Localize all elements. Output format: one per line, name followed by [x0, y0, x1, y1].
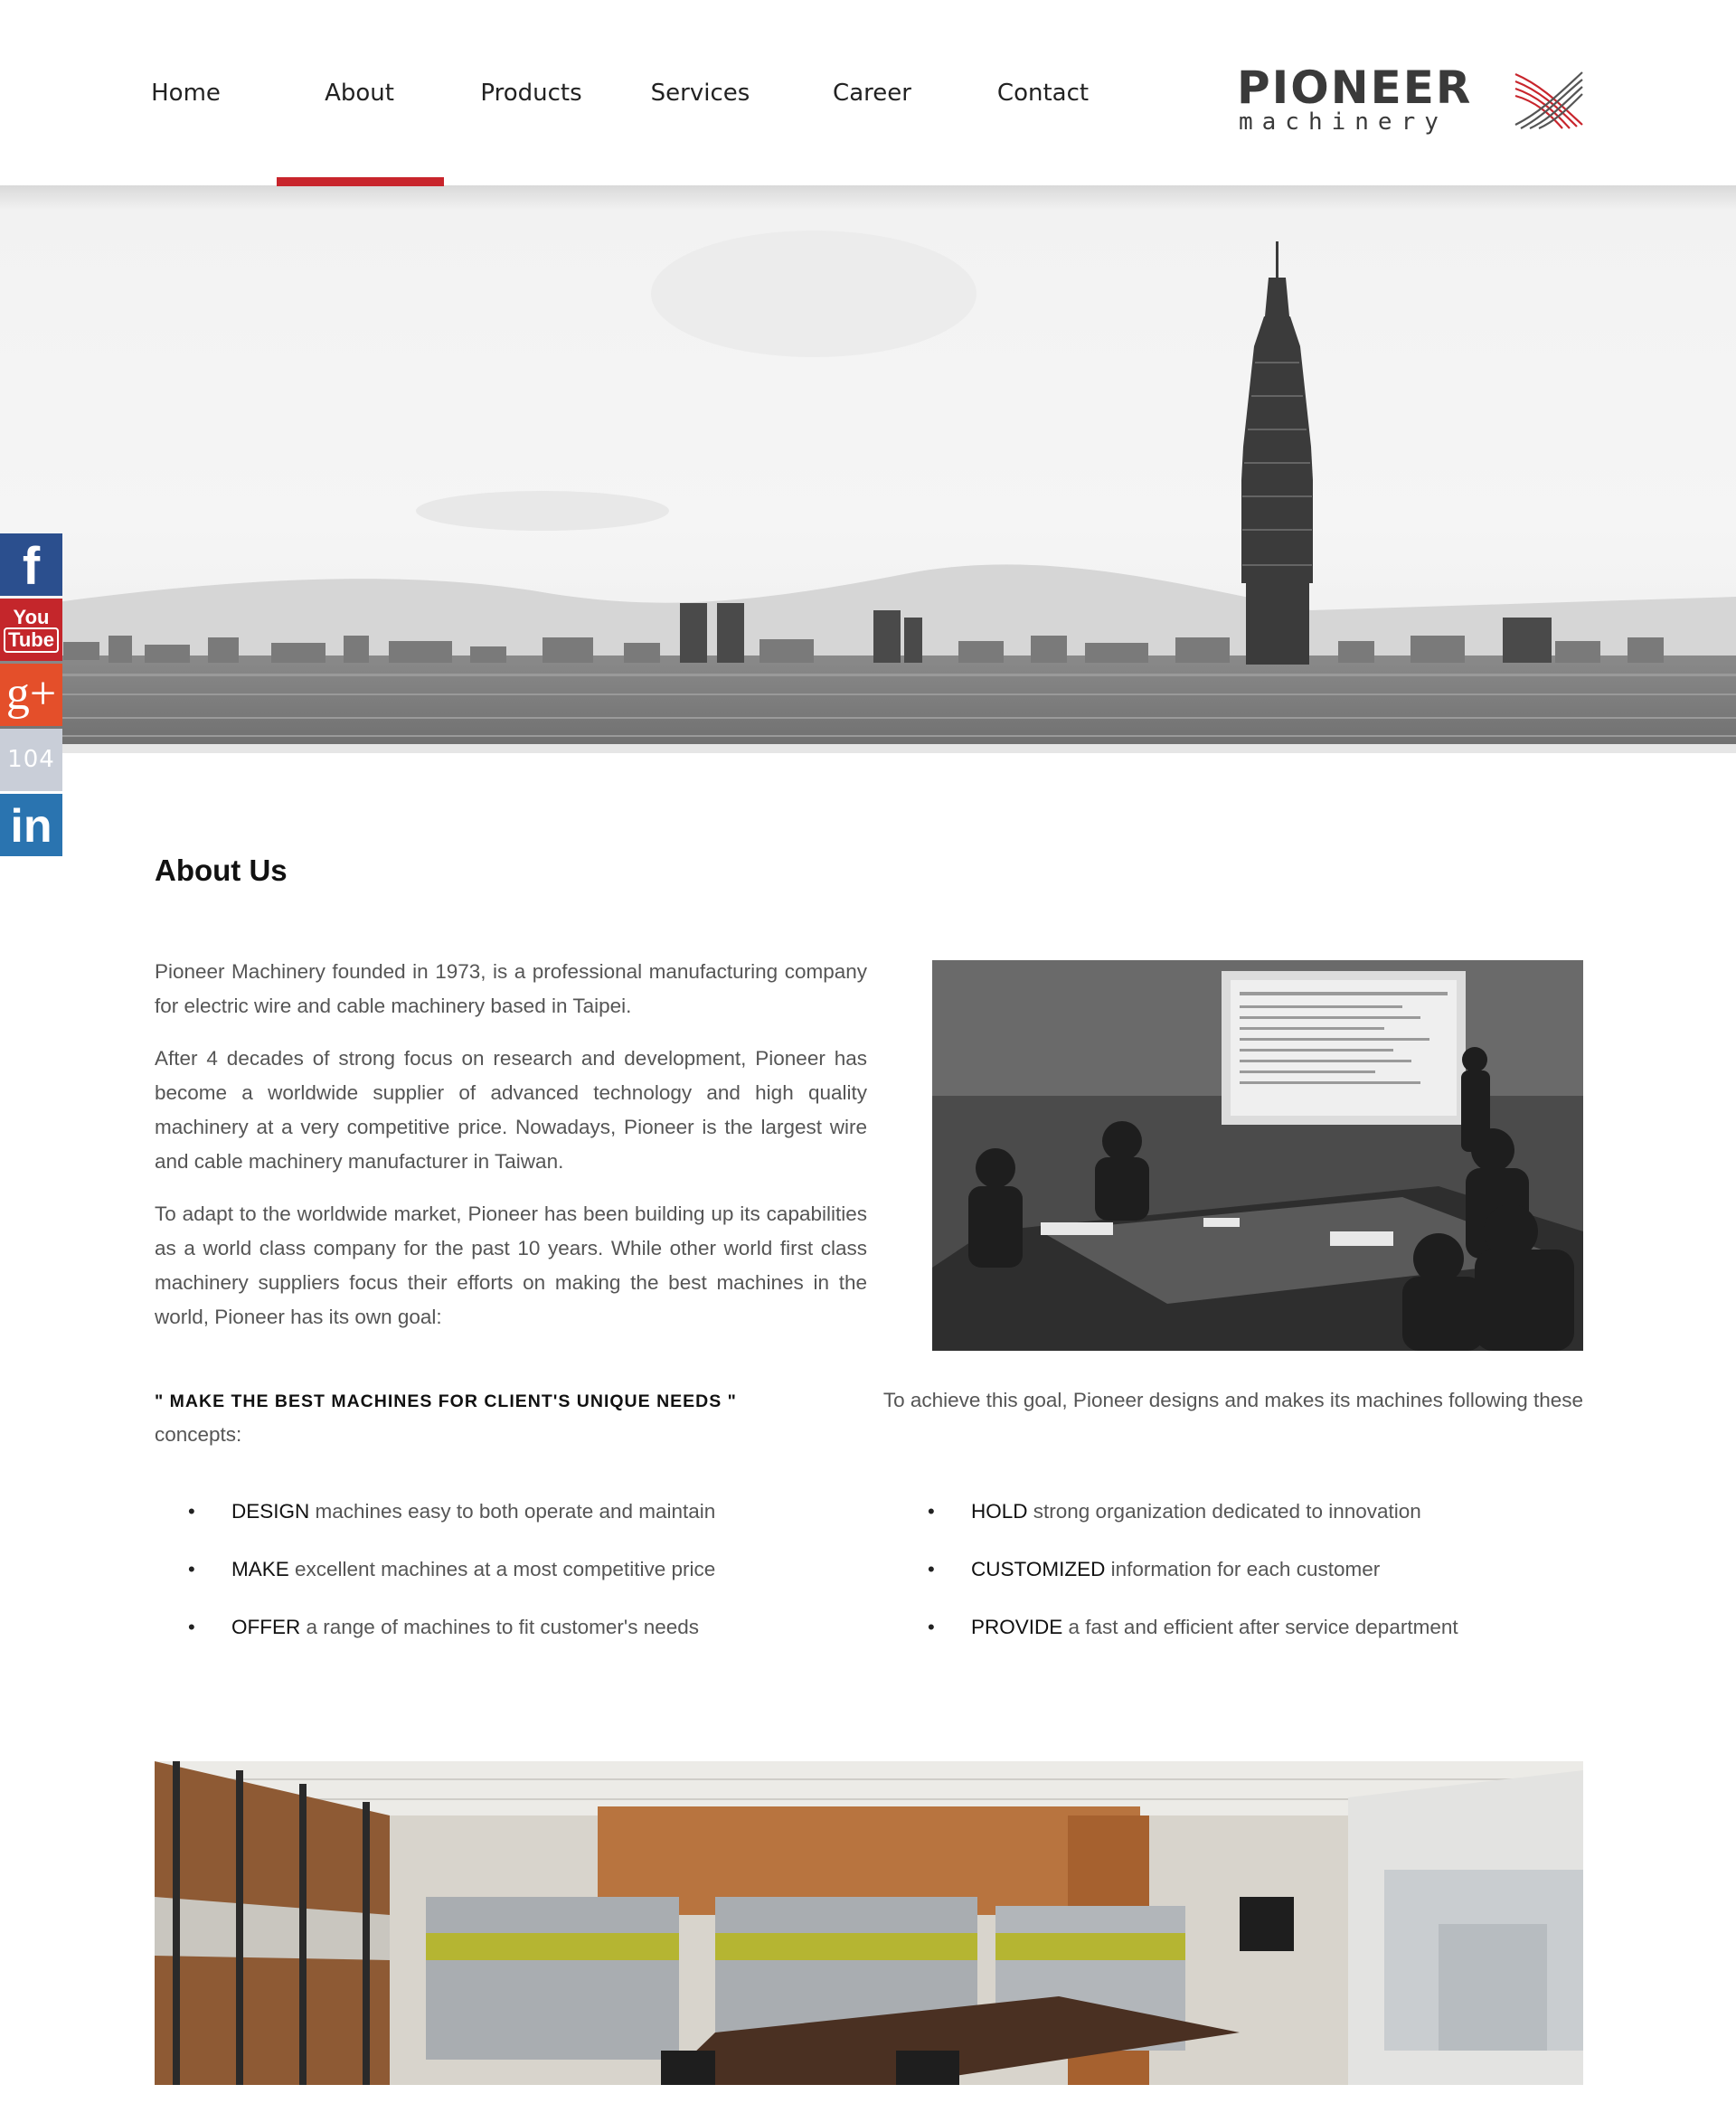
- concept-keyword: CUSTOMIZED: [971, 1558, 1106, 1580]
- bullet-icon: •: [188, 1500, 195, 1523]
- concept-description: strong organization dedicated to innovat…: [1027, 1500, 1421, 1523]
- facebook-glyph: f: [22, 537, 41, 596]
- list-item: • DESIGN machines easy to both operate a…: [188, 1490, 839, 1548]
- concept-text: CUSTOMIZED information for each customer: [971, 1548, 1380, 1591]
- googleplus-icon[interactable]: g+: [0, 664, 62, 726]
- concept-description: a range of machines to fit customer's ne…: [300, 1616, 700, 1638]
- concepts-list-left: • DESIGN machines easy to both operate a…: [188, 1490, 839, 1664]
- intro-paragraph-3: To adapt to the worldwide market, Pionee…: [155, 1202, 867, 1328]
- concept-description: excellent machines at a most competitive…: [288, 1558, 716, 1580]
- goal-statement: " MAKE THE BEST MACHINES FOR CLIENT'S UN…: [155, 1383, 1583, 1446]
- bullet-icon: •: [928, 1616, 935, 1638]
- nav-products[interactable]: Products: [448, 80, 615, 107]
- facebook-icon[interactable]: f: [0, 533, 62, 596]
- social-sidebar: f You Tube g+ 104 in: [0, 533, 62, 859]
- skyline-illustration: [0, 231, 1736, 753]
- list-item: • HOLD strong organization dedicated to …: [928, 1490, 1579, 1548]
- concept-text: HOLD strong organization dedicated to in…: [971, 1490, 1421, 1533]
- bullet-icon: •: [188, 1616, 195, 1638]
- pioneer-logo[interactable]: PIONEER machinery: [1237, 65, 1584, 137]
- nav-career[interactable]: Career: [788, 80, 956, 107]
- concept-keyword: OFFER: [231, 1616, 301, 1638]
- office-interior-photo: [155, 1761, 1583, 2085]
- concept-text: PROVIDE a fast and efficient after servi…: [971, 1606, 1458, 1649]
- header-shadow: [0, 185, 1736, 211]
- linkedin-icon[interactable]: in: [0, 794, 62, 856]
- intro-paragraph-1: Pioneer Machinery founded in 1973, is a …: [155, 960, 867, 1017]
- list-item: • CUSTOMIZED information for each custom…: [928, 1548, 1579, 1606]
- about-intro: Pioneer Machinery founded in 1973, is a …: [155, 955, 867, 1353]
- concept-keyword: DESIGN: [231, 1500, 310, 1523]
- goal-quote: " MAKE THE BEST MACHINES FOR CLIENT'S UN…: [155, 1391, 737, 1411]
- concept-description: machines easy to both operate and mainta…: [309, 1500, 716, 1523]
- concept-keyword: HOLD: [971, 1500, 1028, 1523]
- site-header: Home About Products Services Career Cont…: [0, 0, 1736, 185]
- concepts-list-right: • HOLD strong organization dedicated to …: [928, 1490, 1579, 1664]
- concept-description: information for each customer: [1105, 1558, 1381, 1580]
- job104-glyph: 104: [7, 746, 55, 773]
- concept-keyword: MAKE: [231, 1558, 289, 1580]
- list-item: • MAKE excellent machines at a most comp…: [188, 1548, 839, 1606]
- concept-description: a fast and efficient after service depar…: [1062, 1616, 1458, 1638]
- intro-paragraph-2: After 4 decades of strong focus on resea…: [155, 1047, 867, 1173]
- youtube-glyph-bottom: Tube: [4, 627, 59, 653]
- linkedin-glyph: in: [10, 800, 52, 853]
- nav-home[interactable]: Home: [102, 80, 269, 107]
- concept-text: OFFER a range of machines to fit custome…: [231, 1606, 699, 1649]
- logo-name: PIONEER: [1237, 61, 1473, 114]
- goal-end: concepts:: [155, 1423, 242, 1446]
- youtube-glyph-top: You: [13, 606, 50, 628]
- list-item: • PROVIDE a fast and efficient after ser…: [928, 1606, 1579, 1664]
- concept-text: DESIGN machines easy to both operate and…: [231, 1490, 715, 1533]
- bullet-icon: •: [928, 1500, 935, 1523]
- hero-banner-taipei-skyline: [0, 185, 1736, 753]
- logo-subtitle: machinery: [1239, 108, 1448, 136]
- goal-continuation: To achieve this goal, Pioneer designs an…: [882, 1389, 1583, 1411]
- nav-about[interactable]: About: [276, 80, 443, 107]
- nav-services[interactable]: Services: [617, 80, 784, 107]
- nav-active-indicator: [277, 177, 444, 186]
- bullet-icon: •: [928, 1558, 935, 1580]
- logo-wire-mark-icon: [1514, 71, 1583, 130]
- list-item: • OFFER a range of machines to fit custo…: [188, 1606, 839, 1664]
- concept-text: MAKE excellent machines at a most compet…: [231, 1548, 715, 1591]
- googleplus-glyph: g+: [5, 668, 57, 720]
- meeting-room-photo: [932, 960, 1583, 1351]
- nav-contact[interactable]: Contact: [959, 80, 1127, 107]
- bullet-icon: •: [188, 1558, 195, 1580]
- concept-keyword: PROVIDE: [971, 1616, 1063, 1638]
- page-title: About Us: [155, 854, 288, 887]
- job104-icon[interactable]: 104: [0, 729, 62, 791]
- youtube-icon[interactable]: You Tube: [0, 599, 62, 661]
